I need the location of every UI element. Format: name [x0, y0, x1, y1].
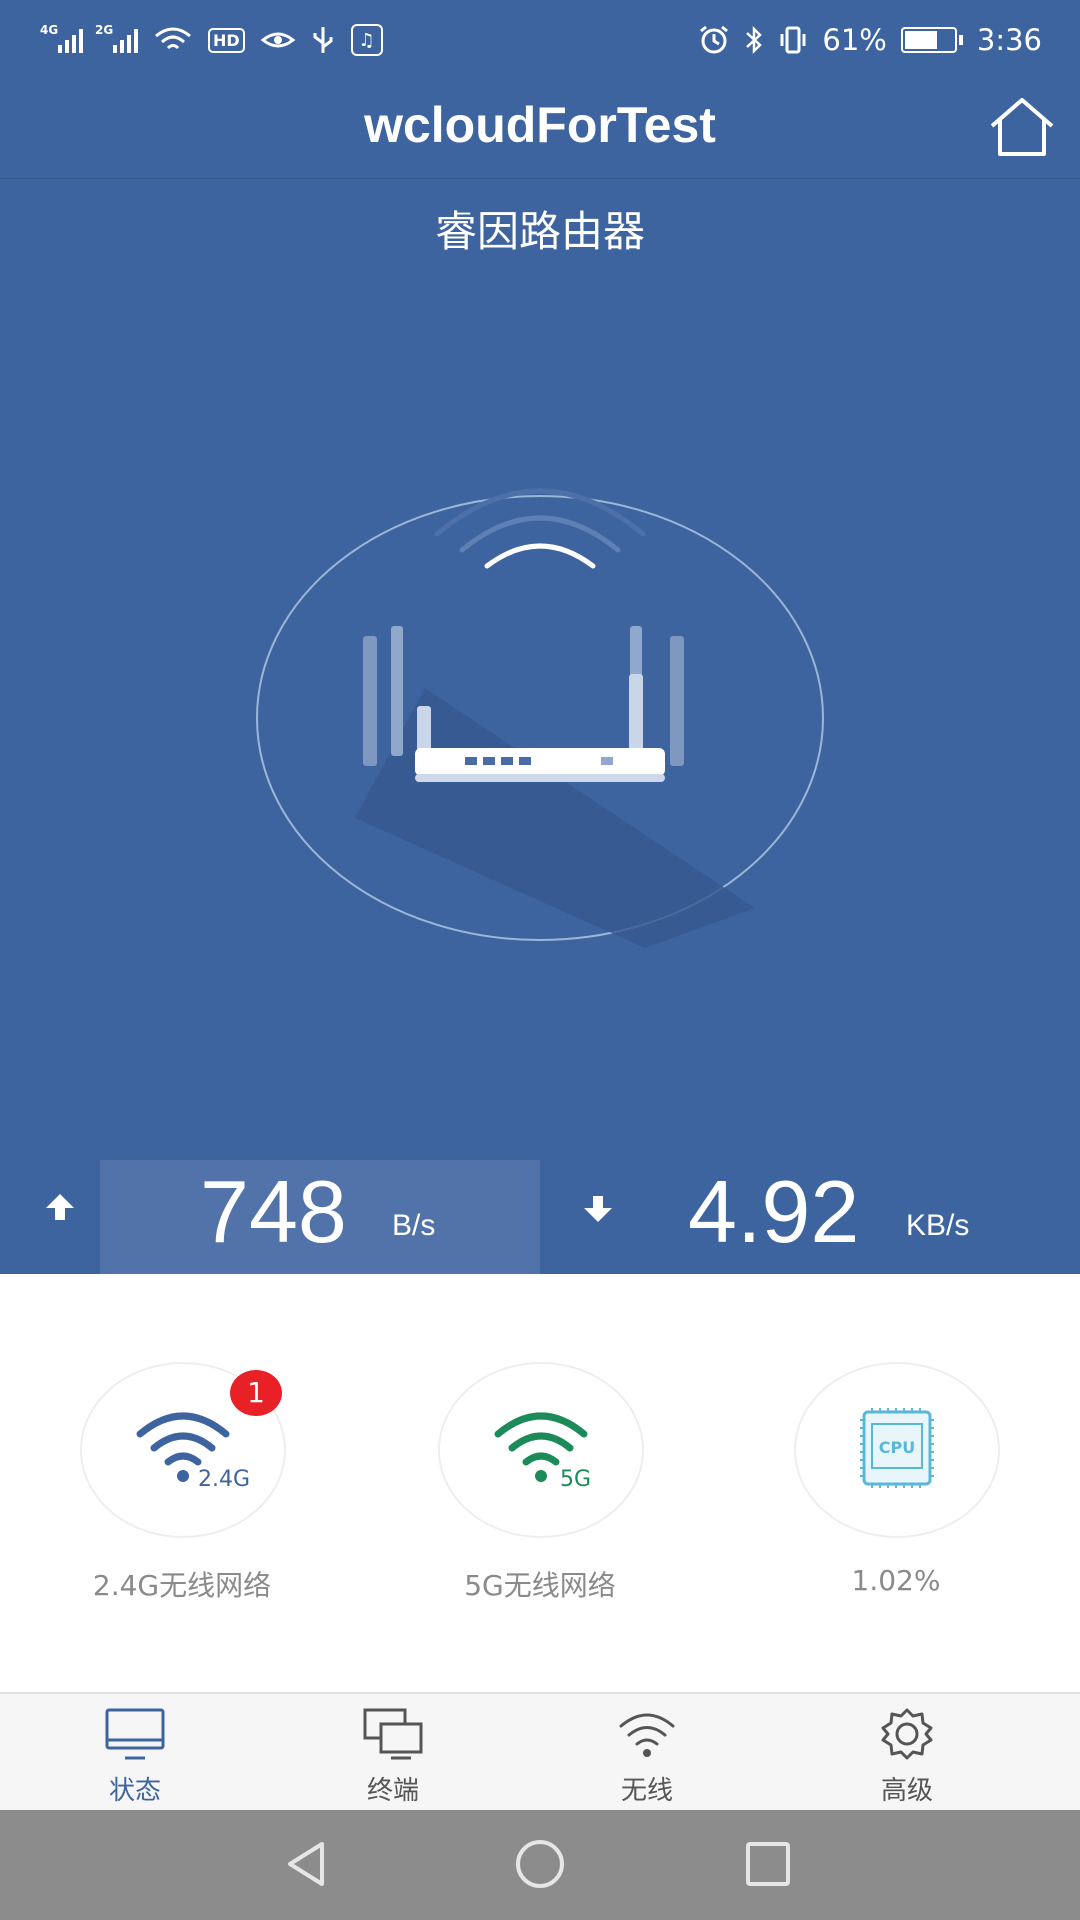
- alarm-icon: [700, 25, 729, 54]
- signal-2g-label: 2G: [95, 23, 114, 37]
- cpu-circle[interactable]: CPU: [794, 1362, 1000, 1538]
- signal-4g-label: 4G: [40, 23, 59, 37]
- download-speed-value: 4.92: [688, 1162, 860, 1261]
- wifi-icon: [619, 1713, 675, 1757]
- wifi-24g-label: 2.4G无线网络: [92, 1569, 272, 1602]
- tab-terminals[interactable]: 终端: [258, 1694, 528, 1812]
- status-bar: 4G 2G HD ♫ 61% 3:36: [0, 0, 1080, 78]
- monitor-icon: [105, 1708, 165, 1760]
- cpu-icon-text: CPU: [879, 1438, 915, 1457]
- battery-icon: [900, 27, 963, 53]
- upload-arrow-icon: [46, 1194, 74, 1220]
- tab-advanced-label: 高级: [880, 1776, 933, 1806]
- wifi-24g-icon-text: 2.4G: [198, 1467, 250, 1492]
- system-nav-bar: [0, 1810, 1080, 1920]
- recents-icon[interactable]: [738, 1836, 798, 1892]
- devices-icon: [363, 1708, 423, 1760]
- clock: 3:36: [976, 23, 1042, 57]
- tab-advanced[interactable]: 高级: [772, 1694, 1042, 1812]
- signal-2g-icon: 2G: [95, 23, 138, 53]
- wifi-5g-circle[interactable]: 5G: [438, 1362, 644, 1538]
- device-name: 睿因路由器: [434, 207, 645, 256]
- home-nav-icon[interactable]: [510, 1836, 570, 1892]
- gear-icon: [881, 1708, 933, 1760]
- notification-badge: 1: [230, 1370, 282, 1416]
- wifi-5g-label: 5G无线网络: [464, 1569, 616, 1602]
- battery-percent: 61%: [822, 23, 887, 57]
- wifi-5g-icon-text: 5G: [560, 1467, 591, 1492]
- upload-speed-value: 748: [200, 1162, 347, 1261]
- tab-status[interactable]: 状态: [0, 1694, 270, 1812]
- title-bar: wcloudForTest: [0, 78, 1080, 179]
- app-title: wcloudForTest: [364, 97, 716, 153]
- music-app-icon: ♫: [350, 24, 383, 56]
- wifi-5g-icon: 5G: [494, 1412, 591, 1492]
- upload-speed-unit: B/s: [392, 1209, 436, 1242]
- tab-status-label: 状态: [108, 1776, 161, 1806]
- bluetooth-icon: [746, 25, 763, 55]
- speed-panel: 748 B/s 4.92 KB/s: [22, 1160, 1080, 1274]
- home-icon[interactable]: [986, 94, 1058, 160]
- back-icon[interactable]: [278, 1836, 338, 1892]
- usb-icon: [313, 27, 333, 53]
- feature-panel: 2.4G 1 2.4G无线网络 5G 5G无线网络 CPU 1.02%: [0, 1274, 1080, 1692]
- tab-terminals-label: 终端: [366, 1776, 419, 1806]
- tab-wireless-label: 无线: [620, 1776, 673, 1806]
- download-arrow-icon: [584, 1196, 612, 1222]
- bottom-tab-bar: 状态 终端 无线 高级: [0, 1692, 1080, 1812]
- cpu-icon: CPU: [860, 1408, 934, 1488]
- tab-wireless[interactable]: 无线: [512, 1694, 782, 1812]
- eye-icon: [260, 32, 295, 48]
- wifi-5g-card[interactable]: 5G 5G无线网络: [410, 1362, 670, 1612]
- wifi-24g-card[interactable]: 2.4G 1 2.4G无线网络: [52, 1362, 312, 1612]
- hd-icon: HD: [208, 27, 245, 53]
- router-illustration: [256, 488, 824, 948]
- download-speed-unit: KB/s: [906, 1209, 970, 1242]
- wifi-icon: [155, 27, 191, 50]
- cpu-usage-label: 1.02%: [851, 1564, 941, 1597]
- signal-4g-icon: 4G: [40, 23, 83, 53]
- cpu-card[interactable]: CPU 1.02%: [766, 1362, 1026, 1612]
- vibrate-icon: [780, 26, 806, 54]
